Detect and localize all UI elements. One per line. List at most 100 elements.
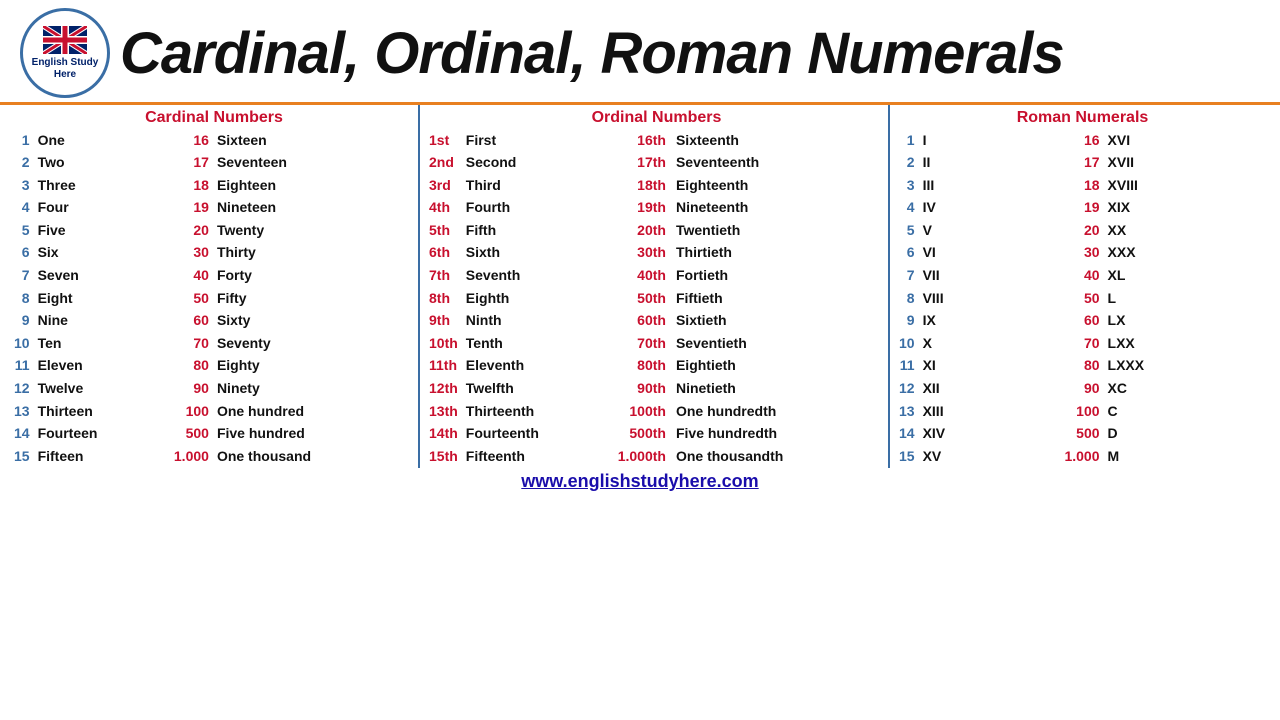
table-row: 11 XI 80 LXXX <box>895 355 1270 378</box>
cardinal-word2: Sixty <box>213 310 418 333</box>
ordinal-word1: Eleventh <box>462 355 614 378</box>
table-row: 8 Eight 50 Fifty <box>10 287 418 310</box>
table-row: 13 XIII 100 C <box>895 400 1270 423</box>
cardinal-num2: 60 <box>170 310 213 333</box>
cardinal-word1: Three <box>34 174 170 197</box>
ordinal-word2: Seventeenth <box>672 152 888 175</box>
cardinal-num2: 100 <box>170 400 213 423</box>
ordinal-heading: Ordinal Numbers <box>425 105 888 129</box>
table-row: 10 Ten 70 Seventy <box>10 332 418 355</box>
ordinal-num2: 20th <box>614 219 672 242</box>
roman-val1: V <box>919 219 1061 242</box>
roman-val2: XXX <box>1104 242 1270 265</box>
page: English StudyHere Cardinal, Ordinal, Rom… <box>0 0 1280 720</box>
roman-num2: 19 <box>1060 197 1103 220</box>
table-row: 6 VI 30 XXX <box>895 242 1270 265</box>
ordinal-num2: 80th <box>614 355 672 378</box>
table-row: 5 Five 20 Twenty <box>10 219 418 242</box>
ordinal-word2: Nineteenth <box>672 197 888 220</box>
ordinal-word2: Thirtieth <box>672 242 888 265</box>
cardinal-num1: 7 <box>10 265 34 288</box>
cardinal-num2: 80 <box>170 355 213 378</box>
cardinal-word2: Seventy <box>213 332 418 355</box>
cardinal-num2: 40 <box>170 265 213 288</box>
ordinal-word2: Eightieth <box>672 355 888 378</box>
cardinal-num2: 17 <box>170 152 213 175</box>
cardinal-word1: Ten <box>34 332 170 355</box>
cardinal-word1: Four <box>34 197 170 220</box>
ordinal-num2: 16th <box>614 129 672 152</box>
ordinal-num1: 10th <box>425 332 462 355</box>
roman-val2: LX <box>1104 310 1270 333</box>
cardinal-word1: Five <box>34 219 170 242</box>
ordinal-word2: Sixteenth <box>672 129 888 152</box>
roman-val1: VII <box>919 265 1061 288</box>
cardinal-word2: Seventeen <box>213 152 418 175</box>
table-row: 7th Seventh 40th Fortieth <box>425 265 888 288</box>
roman-num1: 7 <box>895 265 919 288</box>
table-row: 9 Nine 60 Sixty <box>10 310 418 333</box>
cardinal-num1: 6 <box>10 242 34 265</box>
ordinal-word1: Fourth <box>462 197 614 220</box>
roman-num1: 1 <box>895 129 919 152</box>
page-title: Cardinal, Ordinal, Roman Numerals <box>120 20 1064 87</box>
table-row: 1 I 16 XVI <box>895 129 1270 152</box>
ordinal-word2: Fortieth <box>672 265 888 288</box>
roman-val2: LXXX <box>1104 355 1270 378</box>
website-link[interactable]: www.englishstudyhere.com <box>521 471 758 491</box>
roman-val2: L <box>1104 287 1270 310</box>
cardinal-num2: 30 <box>170 242 213 265</box>
table-row: 12th Twelfth 90th Ninetieth <box>425 378 888 401</box>
table-row: 3 Three 18 Eighteen <box>10 174 418 197</box>
ordinal-num2: 30th <box>614 242 672 265</box>
roman-num2: 40 <box>1060 265 1103 288</box>
ordinal-word1: Tenth <box>462 332 614 355</box>
ordinal-num1: 6th <box>425 242 462 265</box>
cardinal-word1: Fourteen <box>34 423 170 446</box>
ordinal-num2: 18th <box>614 174 672 197</box>
ordinal-num2: 1.000th <box>614 445 672 468</box>
roman-val1: XII <box>919 378 1061 401</box>
cardinal-word1: Two <box>34 152 170 175</box>
roman-val2: XVI <box>1104 129 1270 152</box>
table-row: 9th Ninth 60th Sixtieth <box>425 310 888 333</box>
roman-num1: 2 <box>895 152 919 175</box>
cardinal-num1: 14 <box>10 423 34 446</box>
ordinal-word1: Twelfth <box>462 378 614 401</box>
ordinal-num2: 17th <box>614 152 672 175</box>
table-row: 10 X 70 LXX <box>895 332 1270 355</box>
cardinal-word2: Ninety <box>213 378 418 401</box>
table-row: 4th Fourth 19th Nineteenth <box>425 197 888 220</box>
ordinal-word2: Eighteenth <box>672 174 888 197</box>
ordinal-word1: Fifth <box>462 219 614 242</box>
roman-val2: XC <box>1104 378 1270 401</box>
roman-num2: 50 <box>1060 287 1103 310</box>
cardinal-num1: 9 <box>10 310 34 333</box>
table-row: 4 IV 19 XIX <box>895 197 1270 220</box>
roman-num1: 14 <box>895 423 919 446</box>
cardinal-num1: 12 <box>10 378 34 401</box>
roman-val1: IV <box>919 197 1061 220</box>
cardinal-word2: One hundred <box>213 400 418 423</box>
roman-val2: D <box>1104 423 1270 446</box>
roman-val1: III <box>919 174 1061 197</box>
table-row: 14 XIV 500 D <box>895 423 1270 446</box>
table-row: 15 XV 1.000 M <box>895 445 1270 468</box>
cardinal-word1: One <box>34 129 170 152</box>
cardinal-num2: 1.000 <box>170 445 213 468</box>
roman-num2: 90 <box>1060 378 1103 401</box>
cardinal-num1: 1 <box>10 129 34 152</box>
cardinal-num1: 11 <box>10 355 34 378</box>
ordinal-word1: Thirteenth <box>462 400 614 423</box>
roman-val2: XX <box>1104 219 1270 242</box>
table-row: 12 XII 90 XC <box>895 378 1270 401</box>
roman-val1: XV <box>919 445 1061 468</box>
table-row: 3rd Third 18th Eighteenth <box>425 174 888 197</box>
roman-num1: 10 <box>895 332 919 355</box>
table-row: 8 VIII 50 L <box>895 287 1270 310</box>
table-row: 3 III 18 XVIII <box>895 174 1270 197</box>
ordinal-word1: Seventh <box>462 265 614 288</box>
ordinal-word2: Twentieth <box>672 219 888 242</box>
cardinal-word1: Nine <box>34 310 170 333</box>
cardinal-word2: Nineteen <box>213 197 418 220</box>
